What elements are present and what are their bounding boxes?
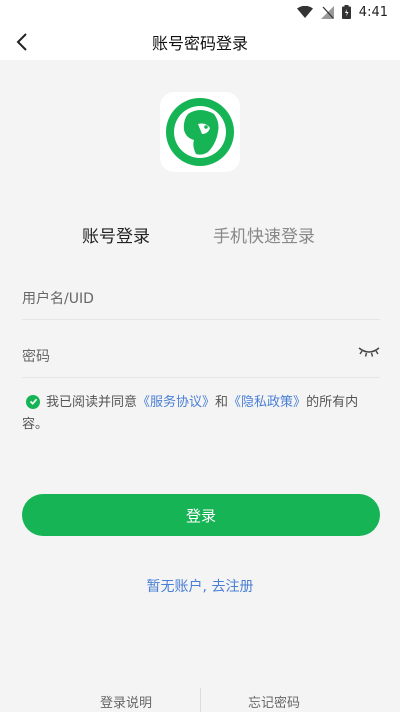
eye-closed-icon[interactable] [358, 344, 380, 358]
battery-icon [341, 5, 351, 19]
login-help-link[interactable]: 登录说明 [100, 692, 152, 711]
username-input[interactable] [22, 278, 380, 319]
agreement-prefix: 我已阅读并同意 [46, 395, 138, 410]
password-input[interactable] [22, 336, 380, 377]
tab-phone-login[interactable]: 手机快速登录 [213, 222, 315, 247]
status-bar: 4:41 [0, 0, 400, 24]
password-field-row [22, 336, 380, 378]
signal-icon [320, 5, 334, 19]
agree-checkbox[interactable] [26, 394, 40, 409]
agreement-text: 我已阅读并同意《服务协议》和《隐私政策》的所有内容。 [22, 392, 384, 436]
app-logo [160, 92, 240, 172]
check-icon [29, 398, 37, 405]
footer-divider [200, 688, 201, 712]
service-agreement-link[interactable]: 《服务协议》 [137, 395, 215, 410]
page-title: 账号密码登录 [151, 34, 248, 53]
chevron-left-icon [16, 33, 27, 51]
app-header: 账号密码登录 [0, 24, 400, 60]
footer: 登录说明 忘记密码 [0, 688, 400, 712]
login-button[interactable]: 登录 [22, 494, 380, 536]
username-field-row [22, 278, 380, 320]
privacy-policy-link[interactable]: 《隐私政策》 [228, 395, 306, 410]
tab-account-login[interactable]: 账号登录 [82, 222, 150, 247]
register-link[interactable]: 暂无账户, 去注册 [0, 576, 400, 596]
agreement-and: 和 [215, 395, 229, 410]
forgot-password-link[interactable]: 忘记密码 [248, 692, 300, 711]
wifi-icon [296, 6, 313, 18]
lion-logo-icon [166, 98, 234, 166]
login-tabs: 账号登录 手机快速登录 [0, 222, 400, 252]
status-time: 4:41 [358, 4, 388, 20]
back-button[interactable] [10, 30, 34, 54]
